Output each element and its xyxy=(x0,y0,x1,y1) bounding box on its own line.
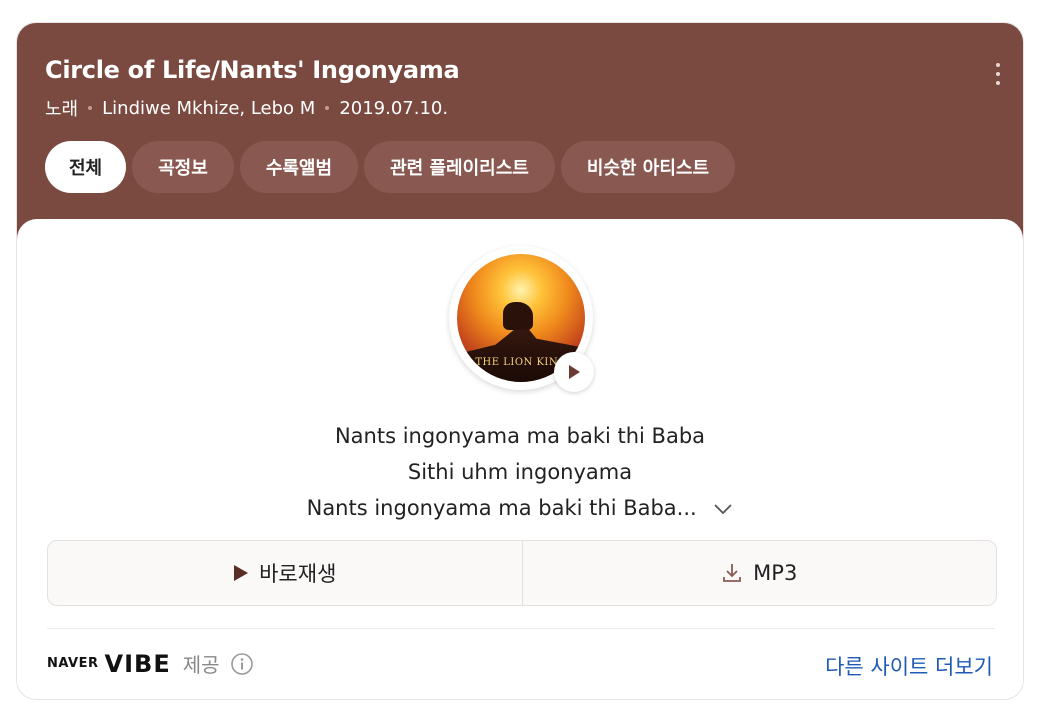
naver-logo: NAVER xyxy=(47,656,99,671)
tab-album[interactable]: 수록앨범 xyxy=(239,141,359,193)
lyrics-line: Sithi uhm ingonyama xyxy=(407,460,633,484)
tab-related-playlists[interactable]: 관련 플레이리스트 xyxy=(364,141,555,193)
provided-label: 제공 xyxy=(182,653,220,677)
more-options-icon[interactable] xyxy=(991,63,1005,85)
separator-dot xyxy=(88,106,93,110)
divider xyxy=(47,628,995,629)
provider-info: NAVER VIBE 제공 xyxy=(47,649,254,678)
song-meta: 노래 Lindiwe Mkhize, Lebo M 2019.07.10. xyxy=(45,95,448,121)
more-sites-link[interactable]: 다른 사이트 더보기 xyxy=(825,651,993,681)
tab-similar-artists[interactable]: 비슷한 아티스트 xyxy=(560,141,735,193)
lyrics-line-expand[interactable]: Nants ingonyama ma baki thi Baba... xyxy=(17,490,1023,526)
download-icon xyxy=(723,564,742,582)
info-icon[interactable] xyxy=(230,652,254,676)
play-now-label: 바로재생 xyxy=(259,562,337,586)
card-body: THE LION KING Nants ingonyama ma baki th… xyxy=(17,219,1023,699)
release-date: 2019.07.10. xyxy=(339,97,449,119)
lyrics-line: Nants ingonyama ma baki thi Baba xyxy=(334,424,706,448)
chevron-down-icon[interactable] xyxy=(713,503,733,515)
song-type: 노래 xyxy=(45,99,79,120)
lyrics: Nants ingonyama ma baki thi Baba Sithi u… xyxy=(17,418,1023,526)
action-bar: 바로재생 MP3 xyxy=(47,540,997,606)
play-now-button[interactable]: 바로재생 xyxy=(48,541,522,605)
play-icon xyxy=(234,565,249,581)
vibe-logo[interactable]: VIBE xyxy=(105,650,171,678)
mp3-label: MP3 xyxy=(753,561,798,585)
tab-song-info[interactable]: 곡정보 xyxy=(132,141,234,193)
music-card: Circle of Life/Nants' Ingonyama 노래 Lindi… xyxy=(16,22,1024,700)
mp3-button[interactable]: MP3 xyxy=(521,541,997,605)
separator-dot xyxy=(325,106,330,110)
song-title[interactable]: Circle of Life/Nants' Ingonyama xyxy=(45,56,460,84)
lyrics-line: Nants ingonyama ma baki thi Baba... xyxy=(306,496,697,520)
tab-bar: 전체 곡정보 수록앨범 관련 플레이리스트 비슷한 아티스트 xyxy=(45,141,735,193)
play-icon[interactable] xyxy=(554,352,594,392)
tab-all[interactable]: 전체 xyxy=(45,141,127,193)
song-artists[interactable]: Lindiwe Mkhize, Lebo M xyxy=(102,98,315,119)
